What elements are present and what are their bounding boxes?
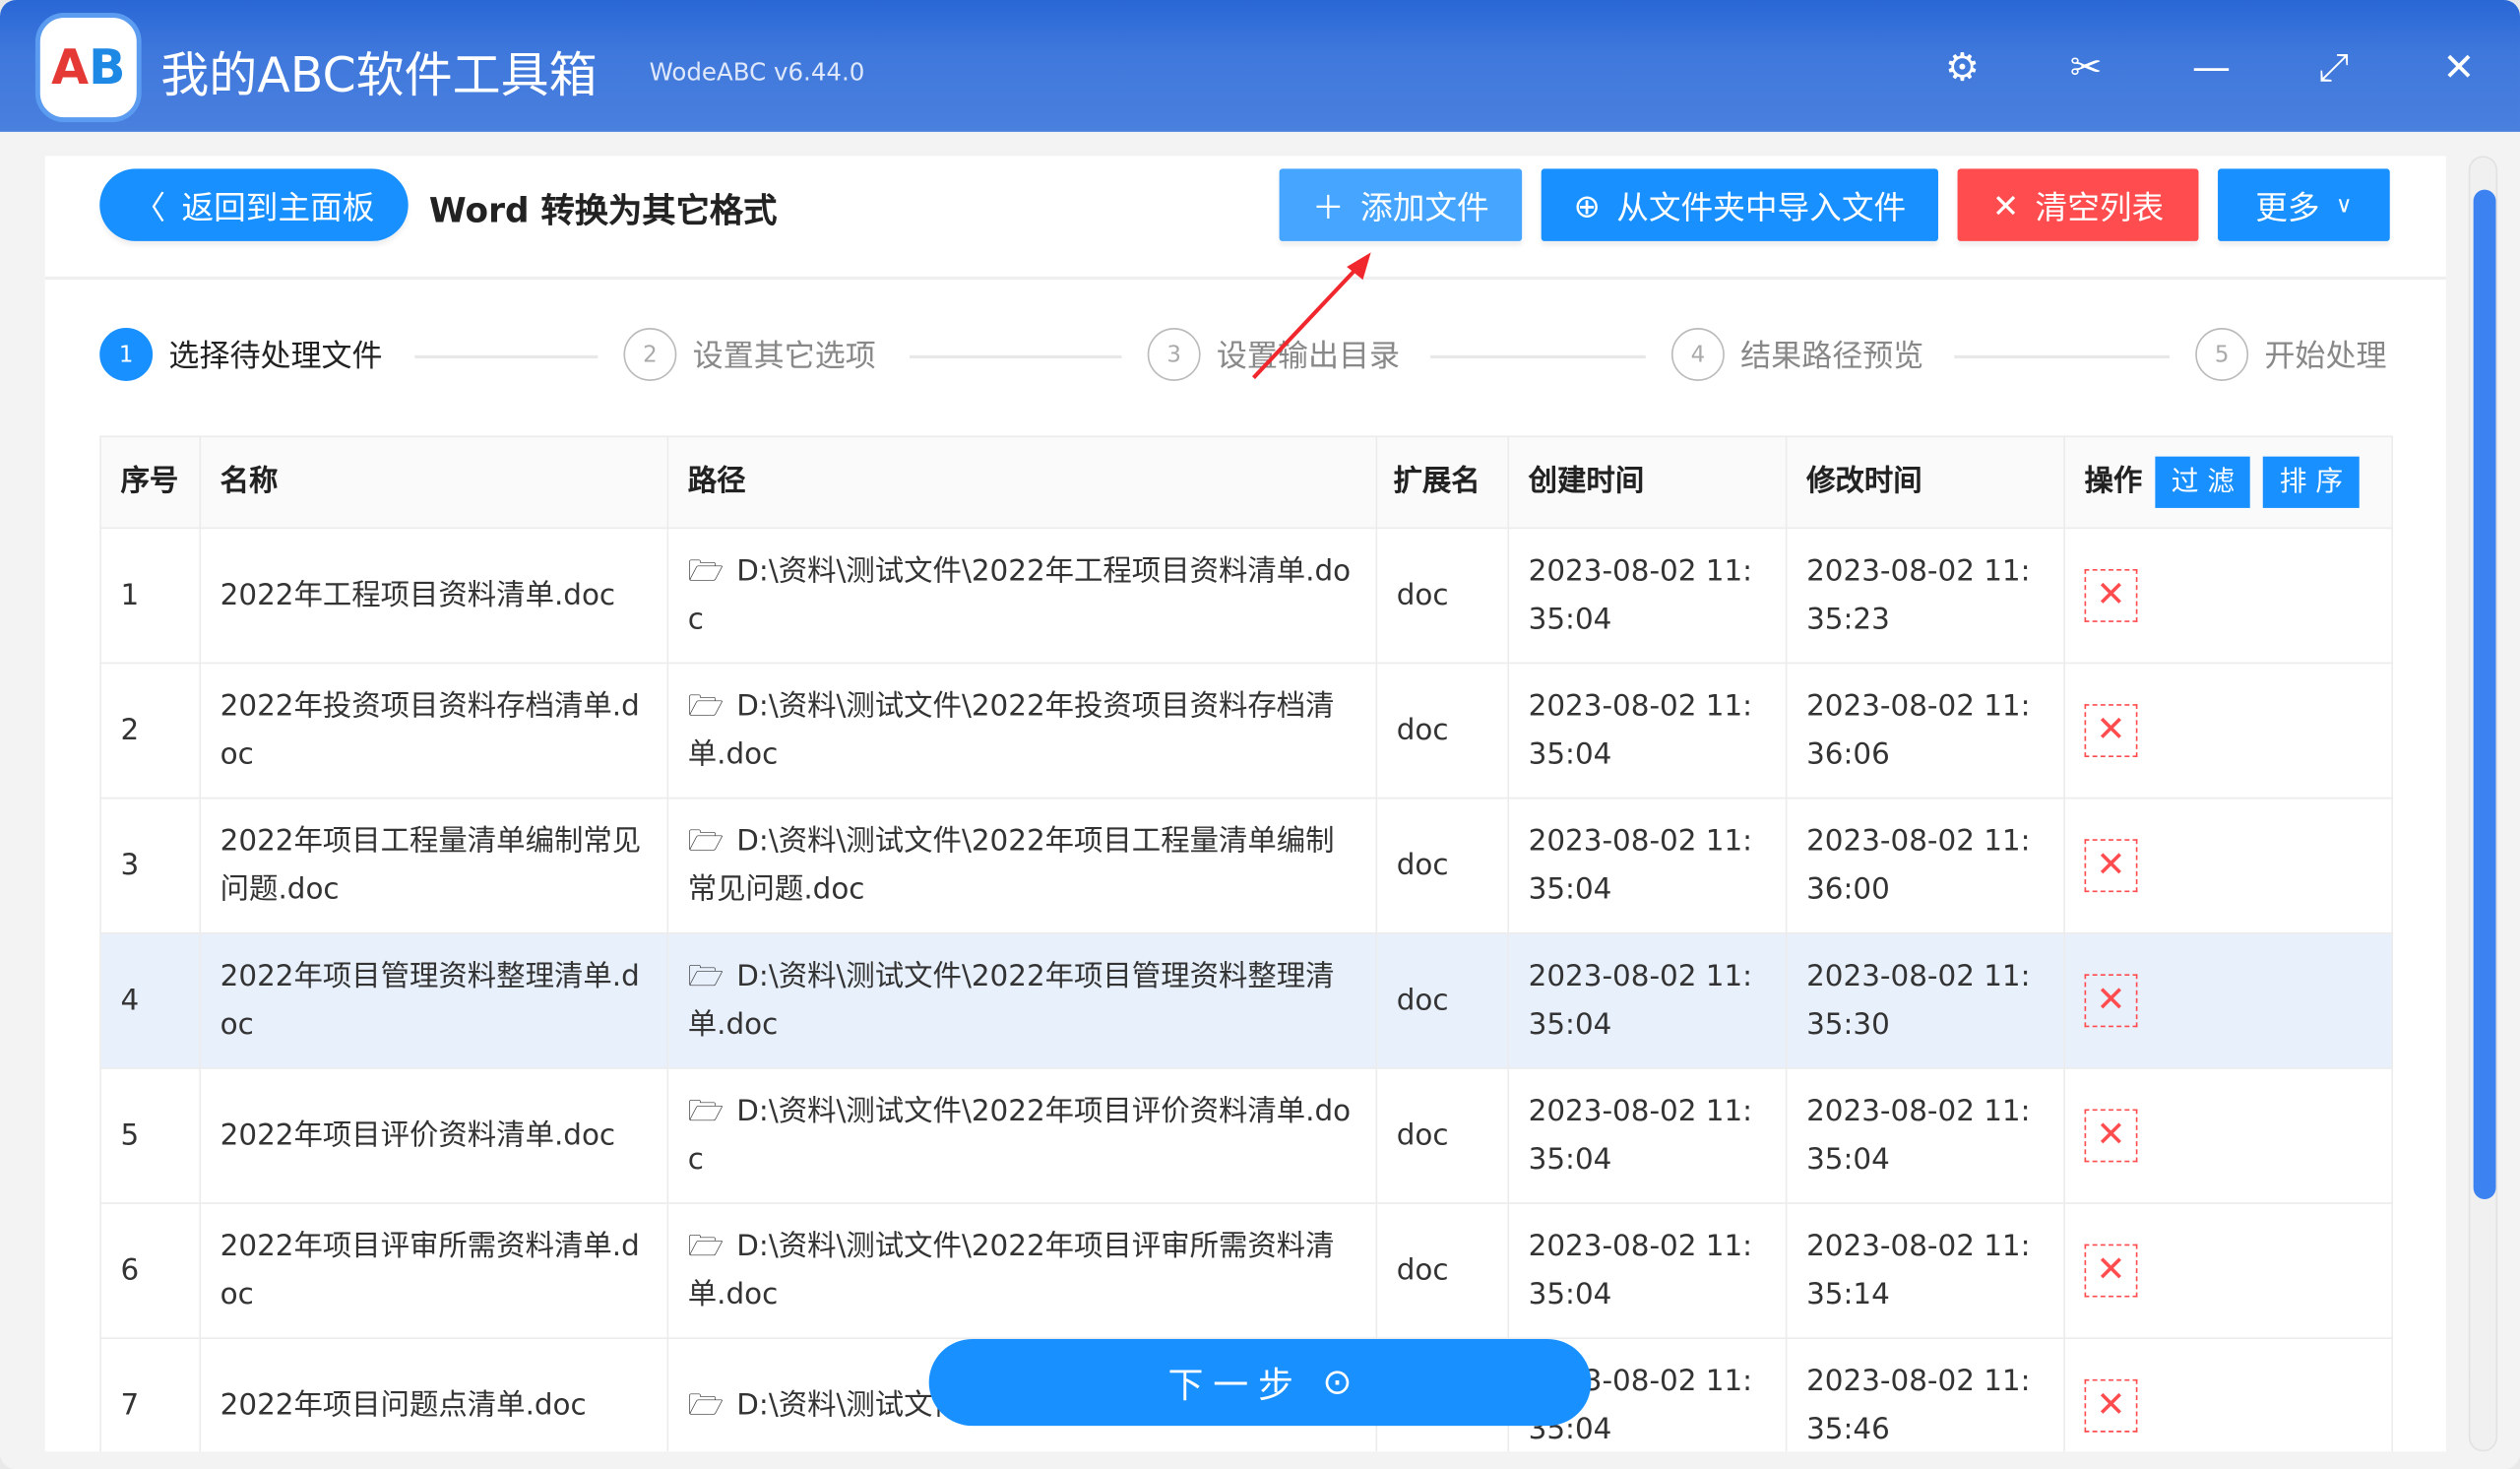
delete-icon[interactable]: ✕ bbox=[2084, 1244, 2138, 1298]
row-ops: ✕ bbox=[2063, 662, 2394, 799]
row-name: 2022年项目工程量清单编制常见问题.doc bbox=[199, 797, 669, 934]
col-no: 序号 bbox=[99, 435, 202, 530]
table-row[interactable]: 4 2022年项目管理资料整理清单.doc 🗁 D:\资料\测试文件\2022年项… bbox=[99, 931, 2394, 1069]
row-no: 3 bbox=[99, 797, 202, 934]
col-ops: 操作过 滤排 序 bbox=[2063, 435, 2394, 530]
filter-button[interactable]: 过 滤 bbox=[2155, 456, 2251, 508]
table-row[interactable]: 6 2022年项目评审所需资料清单.doc 🗁 D:\资料\测试文件\2022年项… bbox=[99, 1202, 2394, 1339]
table-row[interactable]: 5 2022年项目评价资料清单.doc 🗁 D:\资料\测试文件\2022年项目评… bbox=[99, 1067, 2394, 1204]
row-modified: 2023-08-02 11:35:14 bbox=[1785, 1202, 2065, 1339]
table-row[interactable]: 1 2022年工程项目资料清单.doc 🗁 D:\资料\测试文件\2022年工程项… bbox=[99, 527, 2394, 665]
row-ops: ✕ bbox=[2063, 797, 2394, 934]
row-modified: 2023-08-02 11:35:30 bbox=[1785, 931, 2065, 1069]
row-no: 6 bbox=[99, 1202, 202, 1339]
folder-icon: 🗁 bbox=[687, 553, 724, 588]
row-no: 5 bbox=[99, 1067, 202, 1204]
folder-icon: 🗁 bbox=[687, 688, 724, 723]
row-created: 2023-08-02 11:35:04 bbox=[1507, 1067, 1788, 1204]
table-row[interactable]: 2 2022年投资项目资料存档清单.doc 🗁 D:\资料\测试文件\2022年投… bbox=[99, 662, 2394, 799]
col-path: 路径 bbox=[666, 435, 1378, 530]
delete-icon[interactable]: ✕ bbox=[2084, 568, 2138, 622]
row-path: 🗁 D:\资料\测试文件\2022年项目工程量清单编制常见问题.doc bbox=[666, 797, 1378, 934]
delete-icon[interactable]: ✕ bbox=[2084, 974, 2138, 1028]
row-no: 1 bbox=[99, 527, 202, 665]
folder-icon: 🗁 bbox=[687, 958, 724, 993]
row-path: 🗁 D:\资料\测试文件\2022年工程项目资料清单.doc bbox=[666, 527, 1378, 665]
col-name: 名称 bbox=[199, 435, 669, 530]
row-ext: doc bbox=[1375, 1067, 1510, 1204]
row-ops: ✕ bbox=[2063, 1067, 2394, 1204]
window-bottom bbox=[0, 1451, 2520, 1469]
row-ext: doc bbox=[1375, 662, 1510, 799]
scrollbar[interactable] bbox=[2468, 156, 2498, 1452]
row-name: 2022年项目管理资料整理清单.doc bbox=[199, 931, 669, 1069]
row-ops: ✕ bbox=[2063, 527, 2394, 665]
row-no: 7 bbox=[99, 1337, 202, 1469]
row-ext: doc bbox=[1375, 527, 1510, 665]
row-name: 2022年项目问题点清单.doc bbox=[199, 1337, 669, 1469]
row-ext: doc bbox=[1375, 931, 1510, 1069]
row-path: 🗁 D:\资料\测试文件\2022年项目评价资料清单.doc bbox=[666, 1067, 1378, 1204]
ops-label: 操作 bbox=[2084, 464, 2143, 499]
row-modified: 2023-08-02 11:35:23 bbox=[1785, 527, 2065, 665]
row-name: 2022年项目评审所需资料清单.doc bbox=[199, 1202, 669, 1339]
row-modified: 2023-08-02 11:35:46 bbox=[1785, 1337, 2065, 1469]
row-path: 🗁 D:\资料\测试文件\2022年投资项目资料存档清单.doc bbox=[666, 662, 1378, 799]
row-name: 2022年项目评价资料清单.doc bbox=[199, 1067, 669, 1204]
sort-button[interactable]: 排 序 bbox=[2263, 456, 2360, 508]
scrollbar-thumb[interactable] bbox=[2473, 189, 2496, 1199]
row-created: 2023-08-02 11:35:04 bbox=[1507, 1202, 1788, 1339]
col-ext: 扩展名 bbox=[1375, 435, 1510, 530]
table-row[interactable]: 3 2022年项目工程量清单编制常见问题.doc 🗁 D:\资料\测试文件\202… bbox=[99, 797, 2394, 934]
path-text: D:\资料\测试文件\2022年工程项目资料清单.doc bbox=[687, 553, 1352, 636]
row-created: 2023-08-02 11:35:04 bbox=[1507, 662, 1788, 799]
folder-icon: 🗁 bbox=[687, 823, 724, 859]
delete-icon[interactable]: ✕ bbox=[2084, 704, 2138, 757]
path-text: D:\资料\测试文件\2022年项目管理资料整理清单.doc bbox=[687, 958, 1335, 1042]
delete-icon[interactable]: ✕ bbox=[2084, 1378, 2138, 1433]
row-ops: ✕ bbox=[2063, 1337, 2394, 1469]
row-path: 🗁 D:\资料\测试文件\2022年项目评审所需资料清单.doc bbox=[666, 1202, 1378, 1339]
row-created: 2023-08-02 11:35:04 bbox=[1507, 797, 1788, 934]
path-text: D:\资料\测试文件\2022年项目评价资料清单.doc bbox=[687, 1094, 1352, 1177]
row-ext: doc bbox=[1375, 797, 1510, 934]
next-label: 下一步 bbox=[1167, 1366, 1303, 1407]
table-header: 序号 名称 路径 扩展名 创建时间 修改时间 操作过 滤排 序 bbox=[99, 435, 2394, 530]
folder-icon: 🗁 bbox=[687, 1387, 724, 1423]
folder-icon: 🗁 bbox=[687, 1094, 724, 1128]
delete-icon[interactable]: ✕ bbox=[2084, 839, 2138, 893]
row-no: 4 bbox=[99, 931, 202, 1069]
app-window: AB 我的ABC软件工具箱 WodeABC v6.44.0 ⚙ ✂ — ⤢ ✕ … bbox=[0, 0, 2520, 1469]
delete-icon[interactable]: ✕ bbox=[2084, 1109, 2138, 1163]
row-created: 2023-08-02 11:35:04 bbox=[1507, 527, 1788, 665]
row-no: 2 bbox=[99, 662, 202, 799]
path-text: D:\资料\测试文件\2022年项目评审所需资料清单.doc bbox=[687, 1229, 1335, 1311]
row-modified: 2023-08-02 11:36:00 bbox=[1785, 797, 2065, 934]
row-ops: ✕ bbox=[2063, 1202, 2394, 1339]
row-name: 2022年工程项目资料清单.doc bbox=[199, 527, 669, 665]
col-modified: 修改时间 bbox=[1785, 435, 2065, 530]
row-modified: 2023-08-02 11:36:06 bbox=[1785, 662, 2065, 799]
path-text: D:\资料\测试文件\2022年项目工程量清单编制常见问题.doc bbox=[687, 823, 1335, 906]
row-modified: 2023-08-02 11:35:04 bbox=[1785, 1067, 2065, 1204]
row-name: 2022年投资项目资料存档清单.doc bbox=[199, 662, 669, 799]
row-ext: doc bbox=[1375, 1202, 1510, 1339]
folder-icon: 🗁 bbox=[687, 1229, 724, 1263]
col-created: 创建时间 bbox=[1507, 435, 1788, 530]
file-table: 序号 名称 路径 扩展名 创建时间 修改时间 操作过 滤排 序 1 2022年工… bbox=[99, 435, 2394, 1469]
row-path: 🗁 D:\资料\测试文件\2022年项目管理资料整理清单.doc bbox=[666, 931, 1378, 1069]
row-created: 2023-08-02 11:35:04 bbox=[1507, 931, 1788, 1069]
next-step-button[interactable]: 下一步 ⊙ bbox=[928, 1338, 1592, 1427]
row-ops: ✕ bbox=[2063, 931, 2394, 1069]
path-text: D:\资料\测试文件\2022年投资项目资料存档清单.doc bbox=[687, 688, 1335, 771]
arrow-right-circle-icon: ⊙ bbox=[1322, 1362, 1353, 1403]
